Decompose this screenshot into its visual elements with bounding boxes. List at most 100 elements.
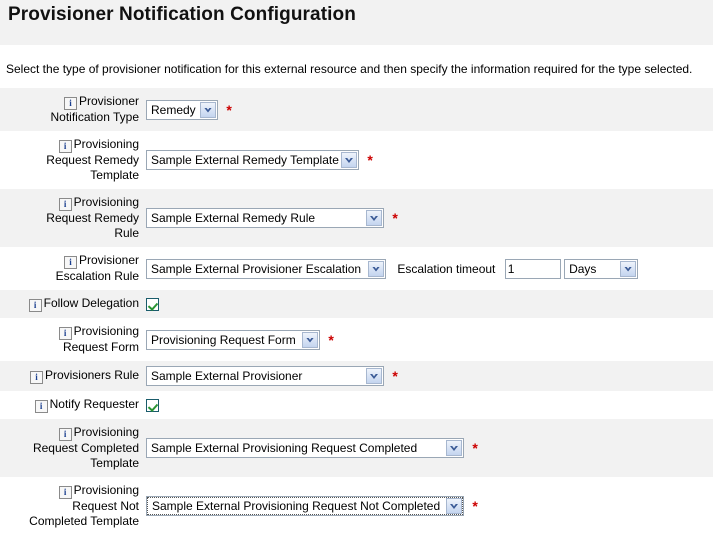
- info-icon[interactable]: i: [58, 428, 72, 441]
- label-line: Provisioning: [73, 137, 139, 151]
- chevron-down-icon[interactable]: [302, 331, 318, 348]
- provisioning-request-completed-template-select[interactable]: Sample External Provisioning Request Com…: [146, 438, 464, 458]
- label-line: Completed Template: [29, 514, 139, 528]
- form-row-provisioner-notification-type: i Provisioner Notification Type Remedy *: [0, 88, 713, 131]
- label-line: Escalation Rule: [55, 269, 139, 283]
- chevron-down-icon[interactable]: [620, 260, 637, 277]
- label-provisioning-request-form: i Provisioning Request Form: [0, 318, 143, 361]
- required-asterisk: *: [472, 440, 478, 456]
- form-row-provisioners-rule: i Provisioners Rule Sample External Provi…: [0, 361, 713, 391]
- follow-delegation-checkbox[interactable]: [146, 298, 159, 312]
- info-icon[interactable]: i: [29, 371, 43, 384]
- notification-config-form: i Provisioner Notification Type Remedy * …: [0, 88, 713, 535]
- intro-section: Select the type of provisioner notificat…: [0, 46, 713, 88]
- required-asterisk: *: [367, 152, 373, 168]
- select-value: Sample External Remedy Template: [151, 153, 339, 167]
- label-provisioning-request-not-completed-template: i Provisioning Request Not Completed Temp…: [0, 477, 143, 535]
- form-row-provisioning-request-not-completed-template: i Provisioning Request Not Completed Temp…: [0, 477, 713, 535]
- field-provisioner-notification-type: Remedy *: [143, 88, 713, 131]
- label-line: Provisioning: [73, 425, 139, 439]
- label-line: Request Not: [72, 499, 139, 513]
- label-line: Template: [90, 168, 139, 182]
- label-line: Rule: [114, 226, 139, 240]
- info-icon[interactable]: i: [58, 198, 72, 211]
- field-notify-requester: [143, 391, 713, 419]
- field-provisioning-request-completed-template: Sample External Provisioning Request Com…: [143, 419, 713, 477]
- form-row-provisioning-request-form: i Provisioning Request Form Provisioning …: [0, 318, 713, 361]
- notify-requester-checkbox[interactable]: [146, 399, 159, 413]
- label-line: Provisioner: [78, 253, 139, 267]
- chevron-down-icon[interactable]: [200, 101, 216, 118]
- provisioning-request-not-completed-template-select[interactable]: Sample External Provisioning Request Not…: [146, 496, 464, 516]
- label-provisioner-escalation-rule: i Provisioner Escalation Rule: [0, 247, 143, 290]
- label-line: Follow Delegation: [43, 296, 139, 310]
- required-asterisk: *: [472, 498, 478, 514]
- field-provisioning-request-remedy-template: Sample External Remedy Template *: [143, 131, 713, 189]
- info-icon[interactable]: i: [34, 400, 48, 413]
- label-line: Provisioning: [73, 195, 139, 209]
- select-value: Sample External Remedy Rule: [151, 211, 316, 225]
- page-header: Provisioner Notification Configuration: [0, 0, 713, 46]
- label-line: Request Completed: [32, 441, 139, 455]
- field-follow-delegation: [143, 290, 713, 318]
- field-provisioner-escalation-rule: Sample External Provisioner Escalation E…: [143, 247, 713, 290]
- provisioner-notification-type-select[interactable]: Remedy: [146, 99, 218, 120]
- label-provisioner-notification-type: i Provisioner Notification Type: [0, 88, 143, 131]
- label-line: Provisioners Rule: [44, 368, 139, 382]
- info-icon[interactable]: i: [28, 299, 42, 312]
- chevron-down-icon[interactable]: [366, 368, 382, 384]
- label-line: Notification Type: [50, 110, 140, 124]
- provisioning-request-remedy-rule-select[interactable]: Sample External Remedy Rule: [146, 208, 384, 228]
- label-line: Provisioning: [73, 483, 139, 497]
- info-icon[interactable]: i: [63, 256, 77, 269]
- form-row-provisioning-request-remedy-rule: i Provisioning Request Remedy Rule Sample…: [0, 189, 713, 247]
- intro-text: Select the type of provisioner notificat…: [6, 62, 693, 76]
- select-value: Sample External Provisioner Escalation: [151, 261, 362, 276]
- form-row-provisioning-request-remedy-template: i Provisioning Request Remedy Template Sa…: [0, 131, 713, 189]
- field-provisioning-request-form: Provisioning Request Form *: [143, 318, 713, 361]
- required-asterisk: *: [392, 368, 398, 384]
- page-title: Provisioner Notification Configuration: [8, 4, 356, 25]
- chevron-down-icon[interactable]: [368, 260, 384, 277]
- chevron-down-icon[interactable]: [341, 152, 357, 168]
- form-row-follow-delegation: i Follow Delegation: [0, 290, 713, 318]
- select-value: Sample External Provisioner: [151, 369, 303, 383]
- required-asterisk: *: [226, 101, 232, 118]
- info-icon[interactable]: i: [63, 97, 77, 110]
- escalation-timeout-unit-select[interactable]: Days: [564, 258, 639, 279]
- label-provisioning-request-remedy-rule: i Provisioning Request Remedy Rule: [0, 189, 143, 247]
- chevron-down-icon[interactable]: [446, 498, 462, 514]
- label-provisioning-request-completed-template: i Provisioning Request Completed Template: [0, 419, 143, 477]
- form-row-notify-requester: i Notify Requester: [0, 391, 713, 419]
- label-line: Request Remedy: [46, 153, 139, 167]
- label-line: Provisioning: [73, 324, 139, 338]
- escalation-timeout-input[interactable]: [504, 258, 561, 279]
- label-line: Request Form: [62, 340, 139, 354]
- form-row-provisioning-request-completed-template: i Provisioning Request Completed Template…: [0, 419, 713, 477]
- form-row-provisioner-escalation-rule: i Provisioner Escalation Rule Sample Exte…: [0, 247, 713, 290]
- provisioning-request-remedy-template-select[interactable]: Sample External Remedy Template: [146, 150, 359, 170]
- select-value: Provisioning Request Form: [151, 332, 296, 347]
- label-line: Provisioner: [78, 94, 139, 108]
- info-icon[interactable]: i: [58, 327, 72, 340]
- provisioner-escalation-rule-select[interactable]: Sample External Provisioner Escalation: [146, 258, 386, 279]
- field-provisioning-request-remedy-rule: Sample External Remedy Rule *: [143, 189, 713, 247]
- required-asterisk: *: [328, 331, 334, 348]
- provisioning-request-form-select[interactable]: Provisioning Request Form: [146, 329, 320, 350]
- select-value: Sample External Provisioning Request Com…: [151, 441, 418, 455]
- label-provisioners-rule: i Provisioners Rule: [0, 361, 143, 391]
- provisioners-rule-select[interactable]: Sample External Provisioner: [146, 366, 384, 386]
- label-line: Template: [90, 456, 139, 470]
- required-asterisk: *: [392, 210, 398, 226]
- chevron-down-icon[interactable]: [366, 210, 382, 226]
- info-icon[interactable]: i: [58, 140, 72, 153]
- info-icon[interactable]: i: [58, 486, 72, 499]
- label-follow-delegation: i Follow Delegation: [0, 290, 143, 318]
- label-line: Notify Requester: [49, 397, 139, 411]
- label-line: Request Remedy: [46, 211, 139, 225]
- field-provisioners-rule: Sample External Provisioner *: [143, 361, 713, 391]
- select-value: Sample External Provisioning Request Not…: [147, 497, 463, 515]
- label-provisioning-request-remedy-template: i Provisioning Request Remedy Template: [0, 131, 143, 189]
- label-notify-requester: i Notify Requester: [0, 391, 143, 419]
- chevron-down-icon[interactable]: [446, 440, 462, 456]
